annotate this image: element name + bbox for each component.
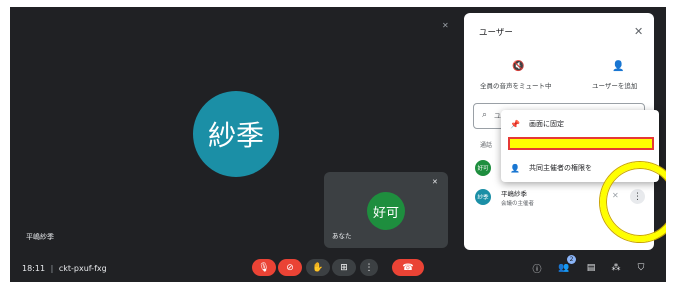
add-person-icon: 👤 <box>510 163 520 173</box>
pin-icon: 📌 <box>510 119 520 129</box>
user-avatar: 好可 <box>475 160 491 176</box>
section-label: 通話 <box>480 142 493 149</box>
annotation-highlight-bar <box>508 137 654 150</box>
user-avatar: 紗季 <box>475 189 491 205</box>
mic-off-icon: ✕ <box>442 21 449 30</box>
people-count-badge: 2 <box>567 255 576 264</box>
shield-icon: ⛉ <box>637 263 645 273</box>
meeting-stage: 紗季 ✕ 平嶋紗季 好可 ✕ あなた 18:11 | ckt-pxuf-fxg … <box>10 7 666 282</box>
leave-call-button[interactable]: ☎ <box>392 259 424 276</box>
activities-button[interactable]: ⁂ <box>609 261 623 275</box>
panel-title: ユーザー <box>479 28 513 38</box>
user-role: 会議の主催者 <box>501 201 535 207</box>
info-icon: ⓘ <box>532 264 542 275</box>
user-name: 平嶋紗季 <box>501 190 527 198</box>
camera-off-icon: ⊘ <box>286 262 294 273</box>
main-speaker-avatar: 紗季 <box>193 91 279 177</box>
camera-toggle-button[interactable]: ⊘ <box>278 259 302 276</box>
more-vert-icon: ⋮ <box>364 262 374 273</box>
hand-icon: ✋ <box>312 262 324 273</box>
host-controls-button[interactable]: ⛉ <box>634 261 648 275</box>
chat-button[interactable]: ▤ <box>584 261 598 275</box>
more-options-button[interactable]: ⋮ <box>360 259 378 276</box>
meeting-time: 18:11 <box>22 264 46 273</box>
meeting-time-and-code: 18:11 | ckt-pxuf-fxg <box>22 264 107 273</box>
mute-all-label[interactable]: 全員の音声をミュート中 <box>480 80 552 90</box>
chat-icon: ▤ <box>586 263 596 273</box>
present-screen-button[interactable]: ⊞ <box>332 259 356 276</box>
menu-item-pin[interactable]: 📌 画面に固定 <box>501 114 659 134</box>
microphone-toggle-button[interactable]: 🎙 <box>252 259 276 276</box>
add-person-icon[interactable]: 👤 <box>612 61 624 72</box>
close-icon[interactable]: ✕ <box>634 25 643 38</box>
search-placeholder: ユ <box>494 112 501 120</box>
meeting-info-button[interactable]: ⓘ <box>530 261 544 275</box>
self-video-tile[interactable]: 好可 ✕ あなた <box>324 172 448 248</box>
separator: | <box>50 264 54 273</box>
mic-off-icon: 🎙 <box>258 262 270 273</box>
hang-up-icon: ☎ <box>402 262 414 273</box>
activities-icon: ⁂ <box>611 263 621 273</box>
meeting-code: ckt-pxuf-fxg <box>58 264 107 273</box>
mute-all-icon[interactable]: 🔇 <box>512 61 524 72</box>
self-avatar: 好可 <box>367 192 405 230</box>
main-speaker-name: 平嶋紗季 <box>26 233 54 241</box>
self-label: あなた <box>332 232 352 240</box>
search-icon: ⌕ <box>482 110 488 120</box>
mic-off-icon: ✕ <box>432 178 438 186</box>
people-icon: 👥 <box>558 263 570 273</box>
raise-hand-button[interactable]: ✋ <box>306 259 330 276</box>
present-icon: ⊞ <box>340 262 348 273</box>
add-user-label[interactable]: ユーザーを追加 <box>592 80 637 90</box>
